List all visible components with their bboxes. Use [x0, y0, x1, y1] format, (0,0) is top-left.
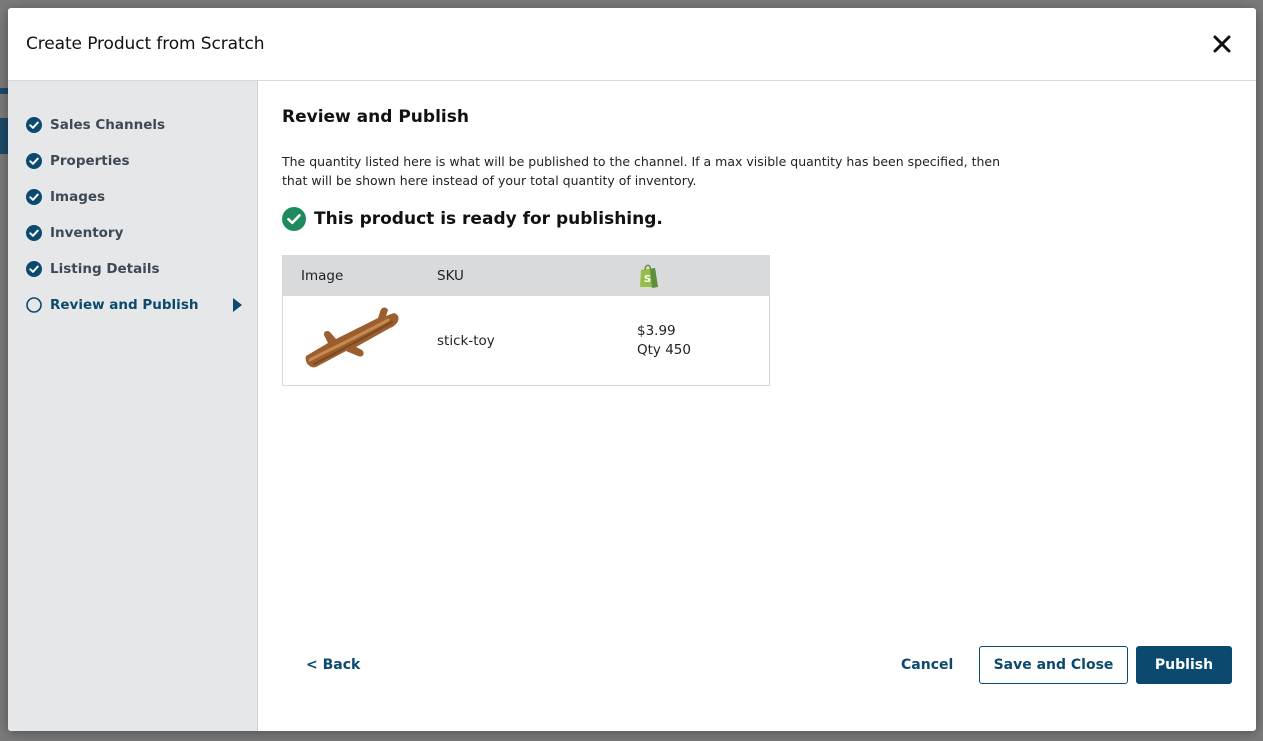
check-circle-icon [26, 189, 42, 205]
step-inventory[interactable]: Inventory [8, 215, 257, 251]
sku-value: stick-toy [437, 333, 495, 349]
modal-footer: < Back Cancel Save and Close Publish [259, 631, 1256, 731]
svg-text:S: S [644, 274, 651, 285]
section-title: Review and Publish [282, 107, 469, 127]
step-sales-channels[interactable]: Sales Channels [8, 107, 257, 143]
step-label: Images [50, 189, 106, 205]
review-content: Review and Publish The quantity listed h… [259, 81, 1256, 731]
background-app-bar [0, 88, 8, 94]
check-circle-icon [26, 153, 42, 169]
channel-price-qty: $3.99 Qty 450 [637, 322, 691, 360]
cancel-button[interactable]: Cancel [901, 657, 953, 673]
step-images[interactable]: Images [8, 179, 257, 215]
table-header: Image SKU S [283, 256, 769, 296]
ready-message: This product is ready for publishing. [314, 209, 663, 229]
step-label: Listing Details [50, 261, 160, 277]
step-properties[interactable]: Properties [8, 143, 257, 179]
step-label: Properties [50, 153, 130, 169]
wizard-steps-sidebar: Sales Channels Properties Images Invento… [8, 81, 258, 731]
publish-description: The quantity listed here is what will be… [282, 154, 1001, 188]
step-label: Review and Publish [50, 297, 199, 313]
step-label: Sales Channels [50, 117, 166, 133]
step-listing-details[interactable]: Listing Details [8, 251, 257, 287]
check-circle-icon [26, 261, 42, 277]
shopify-icon: S [640, 264, 658, 288]
background-app-button [0, 118, 8, 154]
back-link[interactable]: < Back [306, 657, 360, 673]
stick-toy-image [305, 307, 399, 368]
step-review-and-publish[interactable]: Review and Publish [8, 287, 257, 323]
column-header-sku: SKU [437, 268, 464, 284]
table-row: stick-toy $3.99 Qty 450 [283, 296, 769, 385]
ready-status: This product is ready for publishing. [282, 207, 663, 231]
price-value: $3.99 [637, 323, 676, 339]
publish-button[interactable]: Publish [1136, 646, 1232, 684]
check-circle-icon [26, 225, 42, 241]
close-icon [1213, 35, 1231, 53]
modal-title: Create Product from Scratch [26, 34, 265, 54]
empty-circle-icon [26, 297, 42, 313]
modal-header: Create Product from Scratch [8, 8, 1256, 81]
step-label: Inventory [50, 225, 124, 241]
check-circle-icon [26, 117, 42, 133]
close-button[interactable] [1210, 32, 1234, 56]
current-step-arrow-icon [233, 298, 242, 312]
column-header-image: Image [301, 268, 344, 284]
publish-table: Image SKU S stick-toy $3.99 Qty 450 [282, 255, 770, 386]
save-and-close-button[interactable]: Save and Close [979, 646, 1128, 684]
quantity-value: Qty 450 [637, 342, 691, 358]
create-product-modal: Create Product from Scratch Sales Channe… [8, 8, 1256, 731]
success-check-icon [282, 207, 306, 231]
